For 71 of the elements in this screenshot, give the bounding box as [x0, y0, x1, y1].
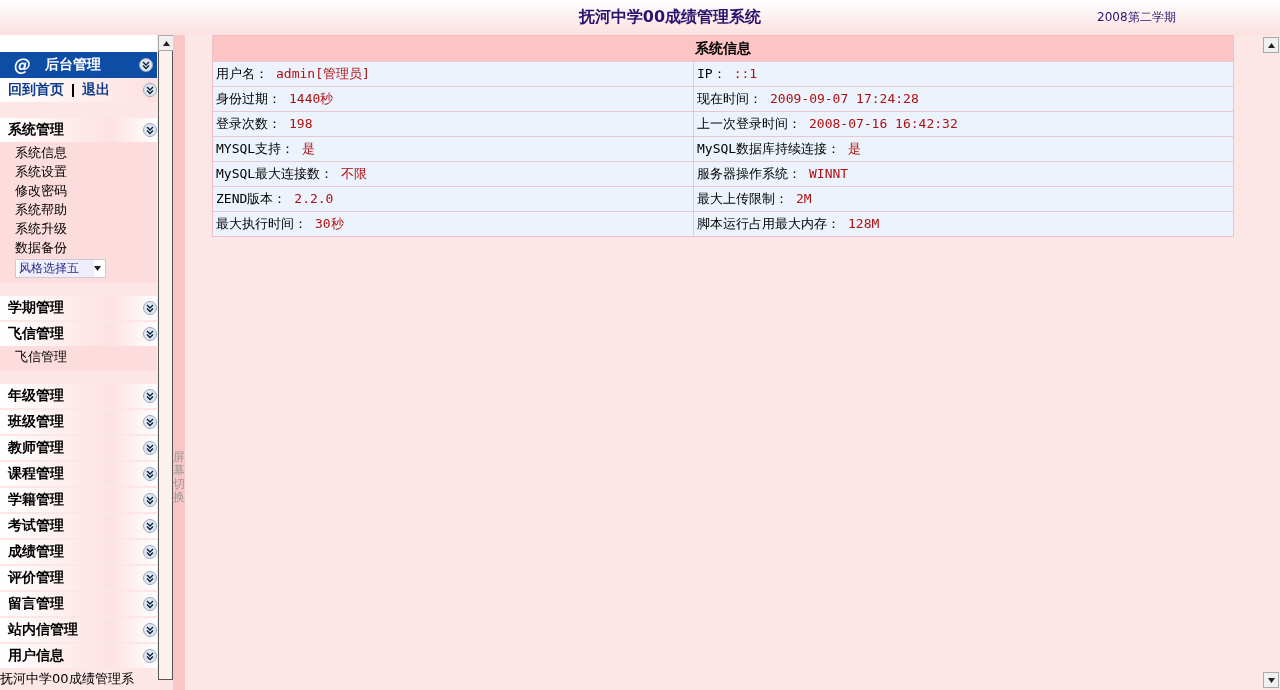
menu-group-header[interactable]: 成绩管理	[0, 540, 157, 564]
submenu-item[interactable]: 系统设置	[15, 162, 157, 181]
submenu-item[interactable]: 数据备份	[15, 238, 157, 257]
table-cell: 用户名： admin[管理员]	[213, 62, 693, 86]
table-cell: MYSQL支持： 是	[213, 137, 693, 161]
chevron-down-icon[interactable]	[143, 545, 157, 559]
table-title: 系统信息	[213, 36, 1233, 61]
menu-group-header[interactable]: 学期管理	[0, 296, 157, 320]
table-cell: 服务器操作系统： WINNT	[693, 162, 1233, 186]
nav-link[interactable]: 回到首页	[8, 81, 64, 99]
menu-group-header[interactable]: 评价管理	[0, 566, 157, 590]
sidebar-header-label: 后台管理	[45, 56, 102, 74]
table-cell: 最大上传限制： 2M	[693, 187, 1233, 211]
footer-text: 抚河中学00成绩管理系	[0, 670, 135, 688]
chevron-down-icon[interactable]	[143, 389, 157, 403]
menu-group-header[interactable]: 学籍管理	[0, 488, 157, 512]
chevron-down-icon[interactable]	[143, 123, 157, 137]
table-cell: IP： ::1	[693, 62, 1233, 86]
menu-group-header[interactable]: 站内信管理	[0, 618, 157, 642]
table-cell: MySQL最大连接数： 不限	[213, 162, 693, 186]
table-cell: ZEND版本： 2.2.0	[213, 187, 693, 211]
submenu-item[interactable]: 飞信管理	[15, 347, 157, 366]
scroll-up-button[interactable]	[158, 35, 174, 51]
nav-link[interactable]: 退出	[82, 81, 110, 99]
at-sign: @	[14, 55, 31, 75]
table-cell: 现在时间： 2009-09-07 17:24:28	[693, 87, 1233, 111]
chevron-down-icon[interactable]	[143, 493, 157, 507]
scroll-down-button[interactable]	[1263, 672, 1279, 688]
chevron-down-icon[interactable]	[143, 519, 157, 533]
table-cell: MySQL数据库持续连接： 是	[693, 137, 1233, 161]
table-cell: 最大执行时间： 30秒	[213, 212, 693, 236]
chevron-down-icon[interactable]	[143, 83, 157, 97]
chevron-down-icon[interactable]	[143, 301, 157, 315]
style-select[interactable]: 风格选择五	[15, 259, 106, 278]
chevron-down-icon[interactable]	[143, 571, 157, 585]
menu-group-header[interactable]: 留言管理	[0, 592, 157, 616]
chevron-down-icon[interactable]	[143, 441, 157, 455]
scrollbar[interactable]	[157, 35, 173, 690]
submenu-item[interactable]: 修改密码	[15, 181, 157, 200]
chevron-down-icon[interactable]	[143, 623, 157, 637]
submenu-item[interactable]: 系统信息	[15, 143, 157, 162]
up-arrow-icon[interactable]	[162, 40, 170, 46]
chevron-down-icon[interactable]	[143, 649, 157, 663]
menu-group-header[interactable]: 教师管理	[0, 436, 157, 460]
chevron-down-icon[interactable]	[143, 467, 157, 481]
table-cell: 上一次登录时间： 2008-07-16 16:42:32	[693, 112, 1233, 136]
menu-group-header[interactable]: 年级管理	[0, 384, 157, 408]
dropdown-arrow-icon[interactable]	[94, 266, 101, 271]
submenu-item[interactable]: 系统帮助	[15, 200, 157, 219]
chevron-down-icon[interactable]	[139, 58, 153, 72]
chevron-down-icon[interactable]	[143, 415, 157, 429]
menu-group-header[interactable]: 系统管理	[0, 118, 157, 142]
term-label: 2008第二学期	[1097, 9, 1176, 26]
menu-group-header[interactable]: 用户信息	[0, 644, 157, 668]
sidebar-header[interactable]: @ 后台管理	[0, 52, 157, 78]
menu-group-header[interactable]: 考试管理	[0, 514, 157, 538]
chevron-down-icon[interactable]	[143, 597, 157, 611]
menu-group-header[interactable]: 班级管理	[0, 410, 157, 434]
menu-group-header[interactable]: 飞信管理	[0, 322, 157, 346]
table-cell: 登录次数： 198	[213, 112, 693, 136]
scrollbar[interactable]	[1262, 35, 1280, 690]
table-cell: 身份过期： 1440秒	[213, 87, 693, 111]
down-arrow-icon[interactable]	[1267, 677, 1275, 683]
up-arrow-icon[interactable]	[1267, 42, 1275, 48]
submenu-item[interactable]: 系统升级	[15, 219, 157, 238]
separator-bar	[72, 83, 74, 97]
scroll-up-button[interactable]	[1263, 37, 1279, 53]
table-cell: 脚本运行占用最大内存： 128M	[693, 212, 1233, 236]
page-title: 抚河中学00成绩管理系统	[578, 7, 762, 28]
menu-group-header[interactable]: 课程管理	[0, 462, 157, 486]
chevron-down-icon[interactable]	[143, 327, 157, 341]
